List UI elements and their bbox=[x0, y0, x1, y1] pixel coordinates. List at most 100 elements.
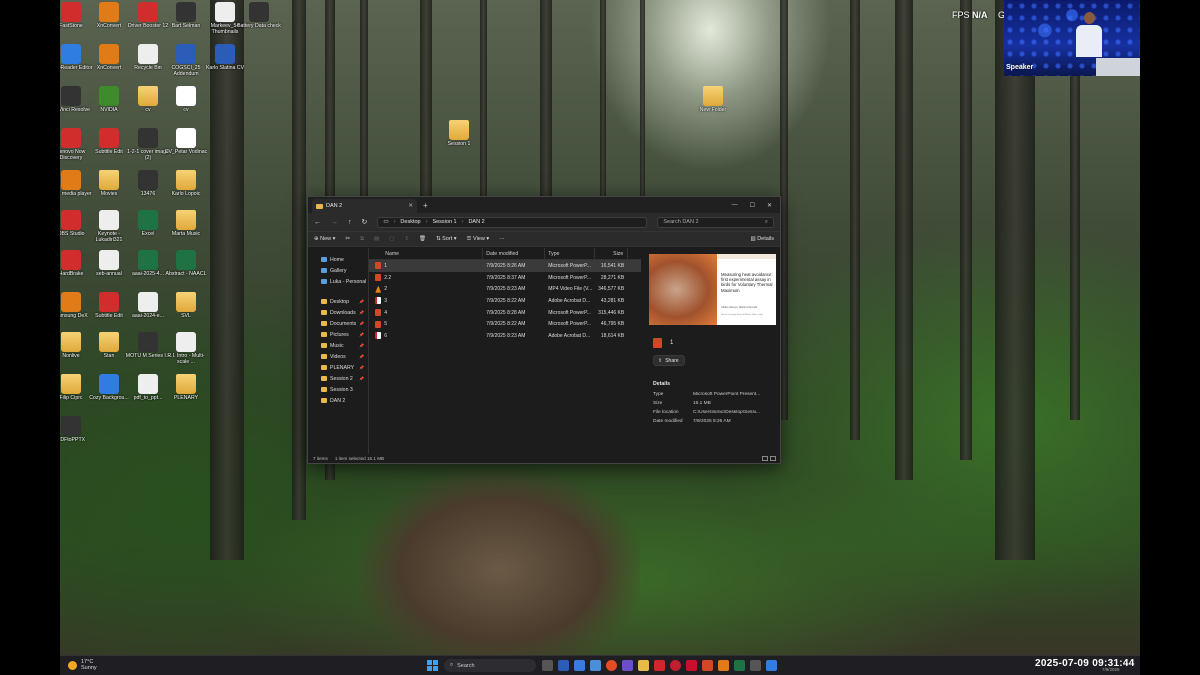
vlc-icon[interactable] bbox=[718, 660, 729, 671]
breadcrumb-desktop[interactable]: Desktop bbox=[400, 219, 420, 225]
app-l-icon[interactable] bbox=[558, 660, 569, 671]
file-name: 5 bbox=[369, 318, 483, 330]
forest-path bbox=[360, 470, 640, 670]
sidebar-item-label: DAN 2 bbox=[330, 397, 346, 404]
speaker-camera: Speaker bbox=[1004, 0, 1140, 76]
file-row[interactable]: 5 7/9/2025 8:22 AM Microsoft PowerP... 46,7… bbox=[369, 318, 641, 330]
acrobat-icon[interactable] bbox=[686, 660, 697, 671]
maximize-button[interactable]: ☐ bbox=[750, 202, 755, 209]
breadcrumb-session-1[interactable]: Session 1 bbox=[432, 219, 456, 225]
new-tab-button[interactable]: + bbox=[423, 201, 428, 210]
rename-icon[interactable]: ▢ bbox=[389, 236, 394, 242]
share-button[interactable]: ⇪ Share bbox=[653, 355, 685, 366]
cut-icon[interactable]: ✂ bbox=[345, 236, 350, 242]
excel-icon[interactable] bbox=[734, 660, 745, 671]
weather-widget[interactable]: 17°C Sunny bbox=[68, 659, 97, 671]
desktop-icon[interactable]: R.I. Intro - Multi-scale ... bbox=[163, 332, 209, 365]
app-icon bbox=[703, 86, 723, 106]
sidebar-item[interactable]: Documents 📌 bbox=[308, 318, 368, 329]
sidebar-item[interactable]: Downloads 📌 bbox=[308, 307, 368, 318]
sidebar-item[interactable]: Session 2 📌 bbox=[308, 373, 368, 384]
breadcrumb-dan-2[interactable]: DAN 2 bbox=[468, 219, 484, 225]
file-row[interactable]: 4 7/9/2025 8:28 AM Microsoft PowerP... 315,… bbox=[369, 307, 641, 319]
search-input[interactable]: Search DAN 2 ⌕ bbox=[657, 216, 774, 228]
sidebar-item[interactable]: Desktop 📌 bbox=[308, 296, 368, 307]
desktop-icon[interactable]: Session 1 bbox=[436, 120, 482, 147]
desktop-icon-label: Marta Music bbox=[171, 231, 201, 237]
copilot-icon[interactable] bbox=[574, 660, 585, 671]
file-row[interactable]: 6 7/9/2025 8:23 AM Adobe Acrobat D... 18,61… bbox=[369, 330, 641, 342]
sidebar-item[interactable]: Luka - Personal bbox=[308, 276, 368, 287]
column-size[interactable]: Size bbox=[595, 248, 629, 259]
app-icon bbox=[249, 2, 269, 22]
sort-button[interactable]: ⇅ Sort ▾ bbox=[436, 236, 457, 242]
sidebar-item[interactable]: Music 📌 bbox=[308, 340, 368, 351]
snipping-tool-icon[interactable] bbox=[590, 660, 601, 671]
details-pane-button[interactable]: ▥ Details bbox=[750, 236, 774, 242]
column-name[interactable]: Name bbox=[369, 248, 484, 259]
desktop-icon[interactable]: PLENARY bbox=[163, 374, 209, 401]
paste-icon[interactable]: ▤ bbox=[374, 236, 379, 242]
back-arrow-icon[interactable]: ← bbox=[314, 219, 321, 226]
sidebar-item[interactable]: Gallery bbox=[308, 265, 368, 276]
tab-dan-2[interactable]: DAN 2 ✕ bbox=[312, 199, 417, 213]
mcafee-icon[interactable] bbox=[654, 660, 665, 671]
desktop-icon[interactable]: Abstract - NAACL bbox=[163, 250, 209, 277]
start-button[interactable] bbox=[427, 660, 438, 671]
app-icon bbox=[99, 292, 119, 312]
desktop-icon[interactable]: CV_Petar Vodinac bbox=[163, 128, 209, 155]
sidebar-item[interactable]: DAN 2 bbox=[308, 395, 368, 406]
obs-icon[interactable] bbox=[750, 660, 761, 671]
pdf-file-icon bbox=[375, 332, 382, 340]
sidebar-item[interactable]: Session 3 bbox=[308, 384, 368, 395]
file-explorer-window[interactable]: DAN 2 ✕ + — ☐ ✕ ← → ↑ ↻ ▭ › Desktop › Se… bbox=[307, 196, 781, 464]
opera-icon[interactable] bbox=[670, 660, 681, 671]
file-row[interactable]: 3 7/9/2025 8:22 AM Adobe Acrobat D... 43,28… bbox=[369, 295, 641, 307]
desktop-icon[interactable]: Marta Music bbox=[163, 210, 209, 237]
sidebar-item[interactable]: Videos 📌 bbox=[308, 351, 368, 362]
minimize-button[interactable]: — bbox=[732, 202, 738, 209]
file-explorer-icon[interactable] bbox=[638, 660, 649, 671]
column-type[interactable]: Type bbox=[545, 248, 596, 259]
sidebar-item[interactable]: Pictures 📌 bbox=[308, 329, 368, 340]
delete-icon[interactable]: 🗑 bbox=[419, 236, 426, 242]
title-bar[interactable]: DAN 2 ✕ + — ☐ ✕ bbox=[308, 197, 780, 213]
new-button[interactable]: ⊕ New ▾ bbox=[314, 236, 335, 242]
desktop-icon[interactable]: SVL bbox=[163, 292, 209, 319]
forward-arrow-icon[interactable]: → bbox=[331, 219, 338, 226]
sidebar-item[interactable]: Home bbox=[308, 254, 368, 265]
desktop-icon[interactable]: Battery Data check bbox=[236, 2, 282, 29]
desktop-icon[interactable]: Karlo Lopoic bbox=[163, 170, 209, 197]
address-bar[interactable]: ▭ › Desktop › Session 1 › DAN 2 bbox=[377, 216, 648, 228]
file-row[interactable]: 2 7/9/2025 8:23 AM MP4 Video File (V... 346… bbox=[369, 283, 641, 295]
close-window-button[interactable]: ✕ bbox=[767, 202, 772, 209]
desktop-icon[interactable]: Karlo Slatina CV bbox=[202, 44, 248, 71]
close-tab-icon[interactable]: ✕ bbox=[408, 203, 413, 209]
file-row[interactable]: 2.2 7/9/2025 8:37 AM Microsoft PowerP... 28… bbox=[369, 272, 641, 284]
desktop-icon[interactable]: PDFtoPPTX bbox=[60, 416, 94, 443]
share-icon[interactable]: ⇪ bbox=[404, 236, 409, 242]
task-view-icon[interactable] bbox=[542, 660, 553, 671]
zoom-icon[interactable] bbox=[766, 660, 777, 671]
desktop-icon[interactable]: cv bbox=[163, 86, 209, 113]
column-date-modified[interactable]: Date modified bbox=[483, 248, 546, 259]
up-arrow-icon[interactable]: ↑ bbox=[348, 219, 352, 226]
powerpoint-icon bbox=[653, 338, 662, 348]
powerpoint-icon[interactable] bbox=[702, 660, 713, 671]
details-view-button[interactable] bbox=[762, 456, 768, 461]
sidebar-item-label: Desktop bbox=[330, 298, 350, 305]
app-icon bbox=[61, 2, 81, 22]
sidebar-item[interactable]: PLENARY 📌 bbox=[308, 362, 368, 373]
tiles-view-button[interactable] bbox=[770, 456, 776, 461]
more-options-button[interactable]: ··· bbox=[499, 236, 505, 242]
taskbar-search[interactable]: ⌕ Search bbox=[444, 659, 536, 672]
chrome-icon[interactable] bbox=[606, 660, 617, 671]
desktop-icon[interactable]: New Folder bbox=[690, 86, 736, 113]
teams-icon[interactable] bbox=[622, 660, 633, 671]
refresh-icon[interactable]: ↻ bbox=[362, 218, 368, 226]
copy-icon[interactable]: ⧉ bbox=[360, 236, 364, 243]
file-row[interactable]: 1 7/9/2025 8:26 AM Microsoft PowerP... 16,5… bbox=[369, 260, 641, 272]
sidebar-item-label: Luka - Personal bbox=[330, 278, 367, 285]
tab-title: DAN 2 bbox=[326, 203, 343, 209]
view-button[interactable]: ☰ View ▾ bbox=[467, 236, 490, 242]
